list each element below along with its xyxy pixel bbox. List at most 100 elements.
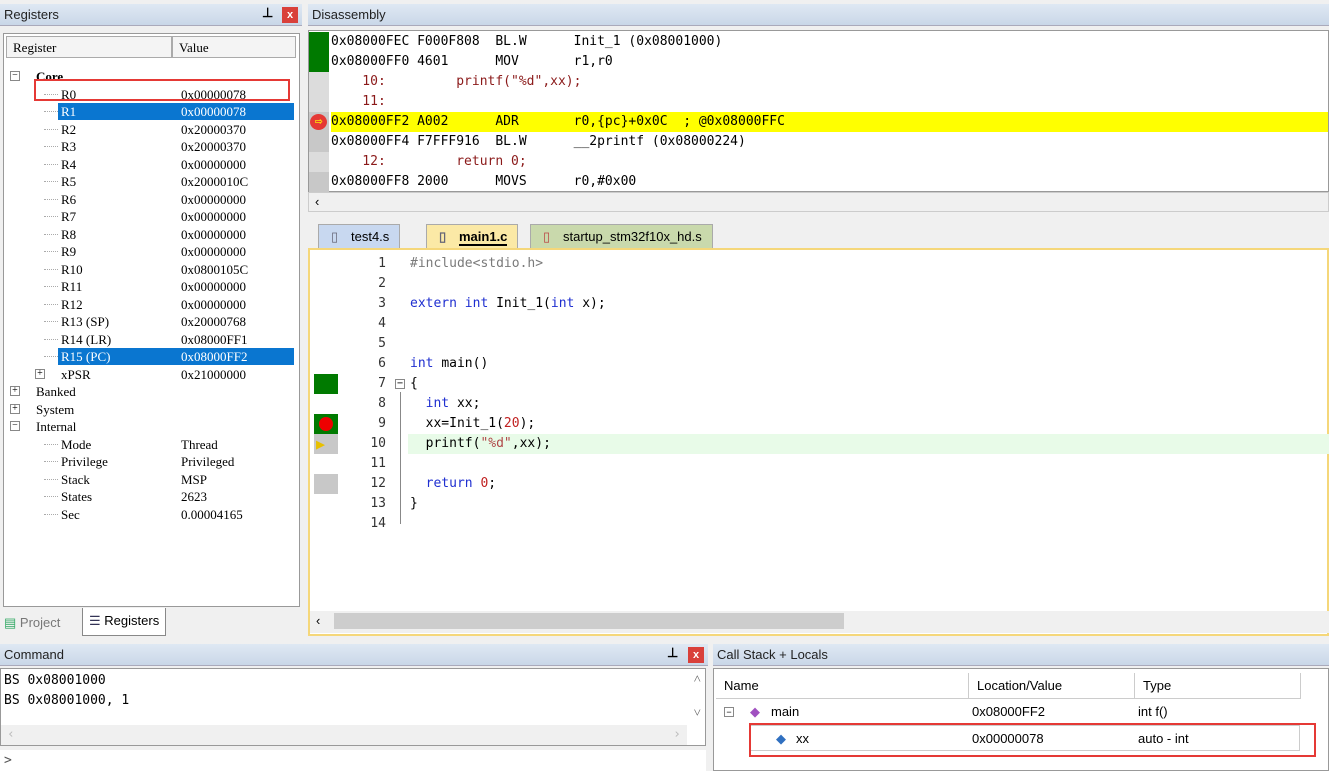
code-token: xx=Init_1(: [410, 416, 504, 431]
register-name: R8: [61, 226, 77, 242]
editor-tab[interactable]: ▯ main1.c: [426, 224, 519, 248]
register-value: MSP: [181, 471, 208, 487]
expand-icon[interactable]: +: [10, 403, 20, 414]
register-row[interactable]: States 2623: [4, 488, 294, 505]
code-line[interactable]: #include<stdio.h>: [410, 254, 1310, 274]
command-panel: Command ⊥ x BS 0x08001000 BS 0x08001000,…: [0, 644, 708, 771]
pin-icon[interactable]: ⊥: [667, 645, 678, 661]
highlight-box: [34, 78, 290, 101]
register-row[interactable]: R14 (LR) 0x08000FF1: [4, 331, 294, 348]
close-icon[interactable]: x: [688, 647, 704, 663]
code-line[interactable]: int xx;: [410, 394, 1310, 414]
callstack-row-main[interactable]: − ◆ main 0x08000FF2 int f(): [714, 701, 1304, 723]
disasm-line[interactable]: 11:: [331, 92, 386, 112]
register-row[interactable]: R6 0x00000000: [4, 191, 294, 208]
collapse-icon[interactable]: −: [10, 421, 20, 431]
code-line[interactable]: [410, 334, 1310, 354]
register-row[interactable]: Sec 0.00004165: [4, 506, 294, 523]
col-name[interactable]: Name: [716, 673, 969, 699]
vscroll-up[interactable]: ˄: [694, 671, 701, 687]
code-line[interactable]: return 0;: [410, 474, 1310, 494]
registers-icon: ☰: [89, 613, 101, 628]
code-line[interactable]: [410, 514, 1310, 534]
register-row[interactable]: R15 (PC) 0x08000FF2: [4, 348, 294, 365]
register-row[interactable]: R3 0x20000370: [4, 138, 294, 155]
vscroll-down[interactable]: ˅: [694, 705, 701, 721]
register-row[interactable]: R10 0x0800105C: [4, 261, 294, 278]
editor-hscrollbar[interactable]: ‹: [310, 611, 1329, 633]
register-row[interactable]: R5 0x2000010C: [4, 173, 294, 190]
code-line[interactable]: printf("%d",xx);: [410, 434, 1310, 454]
disasm-line[interactable]: 0x08000FF0 4601 MOV r1,r0: [331, 52, 613, 72]
register-row[interactable]: System +: [4, 401, 294, 418]
register-row[interactable]: R1 0x00000078: [4, 103, 294, 120]
register-row[interactable]: R7 0x00000000: [4, 208, 294, 225]
register-row[interactable]: Mode Thread: [4, 436, 294, 453]
callstack-panel: Call Stack + Locals Name Location/Value …: [713, 644, 1329, 771]
tree-line: [44, 111, 58, 112]
tab-project[interactable]: ▤ Project: [4, 612, 60, 634]
col-value[interactable]: Value: [172, 36, 296, 58]
code-line[interactable]: [410, 314, 1310, 334]
col-location-value[interactable]: Location/Value: [969, 673, 1135, 699]
code-line[interactable]: [410, 274, 1310, 294]
register-value: 0x00000078: [181, 104, 246, 119]
register-name: Stack: [61, 471, 90, 487]
pin-icon[interactable]: ⊥: [262, 5, 273, 21]
registers-tabbar: ▤ Project ☰ Registers: [0, 608, 302, 636]
register-row[interactable]: R2 0x20000370: [4, 121, 294, 138]
disassembly-hscrollbar[interactable]: ‹: [308, 192, 1329, 212]
tree-line: [44, 478, 58, 480]
close-icon[interactable]: x: [282, 7, 298, 23]
register-row[interactable]: Stack MSP: [4, 471, 294, 488]
command-input[interactable]: >: [0, 750, 706, 771]
code-token: int: [550, 296, 575, 311]
col-type[interactable]: Type: [1135, 673, 1301, 699]
disasm-line[interactable]: 0x08000FEC F000F808 BL.W Init_1 (0x08001…: [331, 32, 722, 52]
register-row[interactable]: R11 0x00000000: [4, 278, 294, 295]
disasm-line[interactable]: 0x08000FF4 F7FFF916 BL.W __2printf (0x08…: [331, 132, 746, 152]
register-row[interactable]: R12 0x00000000: [4, 296, 294, 313]
code-line[interactable]: xx=Init_1(20);: [410, 414, 1310, 434]
hscrollbar[interactable]: ‹ ›: [1, 725, 687, 745]
breakpoint-icon[interactable]: [319, 417, 333, 431]
register-name: Privilege: [61, 454, 108, 469]
register-row[interactable]: R13 (SP) 0x20000768: [4, 313, 294, 330]
expand-icon[interactable]: +: [10, 386, 20, 396]
expand-icon[interactable]: +: [35, 368, 45, 379]
disasm-line[interactable]: 10: printf("%d",xx);: [331, 72, 581, 92]
register-row[interactable]: R9 0x00000000: [4, 243, 294, 260]
col-register[interactable]: Register: [6, 36, 172, 58]
register-value: 0x00000000: [181, 296, 246, 312]
tree-line: [44, 181, 58, 182]
register-row[interactable]: Privilege Privileged: [4, 453, 294, 470]
code-token: printf(: [410, 436, 481, 451]
code-line[interactable]: extern int Init_1(int x);: [410, 294, 1310, 314]
tree-line: [44, 233, 58, 235]
register-name: R13 (SP): [61, 314, 110, 329]
fold-line: [400, 392, 401, 524]
register-row[interactable]: Internal −: [4, 418, 294, 435]
disasm-line[interactable]: 12: return 0;: [331, 152, 526, 172]
register-name: R1: [58, 103, 294, 120]
register-row[interactable]: R0 0x00000078: [4, 78, 294, 103]
tab-registers[interactable]: ☰ Registers: [82, 608, 167, 636]
register-row[interactable]: R4 0x00000000: [4, 156, 294, 173]
disasm-line[interactable]: 0x08000FF8 2000 MOVS r0,#0x00: [331, 172, 636, 192]
line-number: 6: [378, 356, 386, 371]
collapse-icon[interactable]: −: [10, 71, 20, 81]
code-line[interactable]: [410, 454, 1310, 474]
fold-icon[interactable]: −: [395, 379, 405, 389]
code-line[interactable]: int main(): [410, 354, 1310, 374]
register-row[interactable]: xPSR 0x21000000 +: [4, 366, 294, 383]
line-number: 3: [378, 296, 386, 311]
register-row[interactable]: R8 0x00000000: [4, 226, 294, 243]
register-row[interactable]: Banked +: [4, 383, 294, 400]
code-line[interactable]: }: [410, 494, 1310, 514]
editor-tab[interactable]: ▯ test4.s: [318, 224, 401, 248]
register-name: System: [36, 401, 75, 417]
collapse-icon[interactable]: −: [724, 707, 734, 717]
code-line[interactable]: {: [410, 374, 1310, 394]
editor-tab[interactable]: ▯ startup_stm32f10x_hd.s: [530, 224, 713, 248]
disasm-line[interactable]: 0x08000FF2 A002 ADR r0,{pc}+0x0C ; @0x08…: [331, 112, 1328, 132]
